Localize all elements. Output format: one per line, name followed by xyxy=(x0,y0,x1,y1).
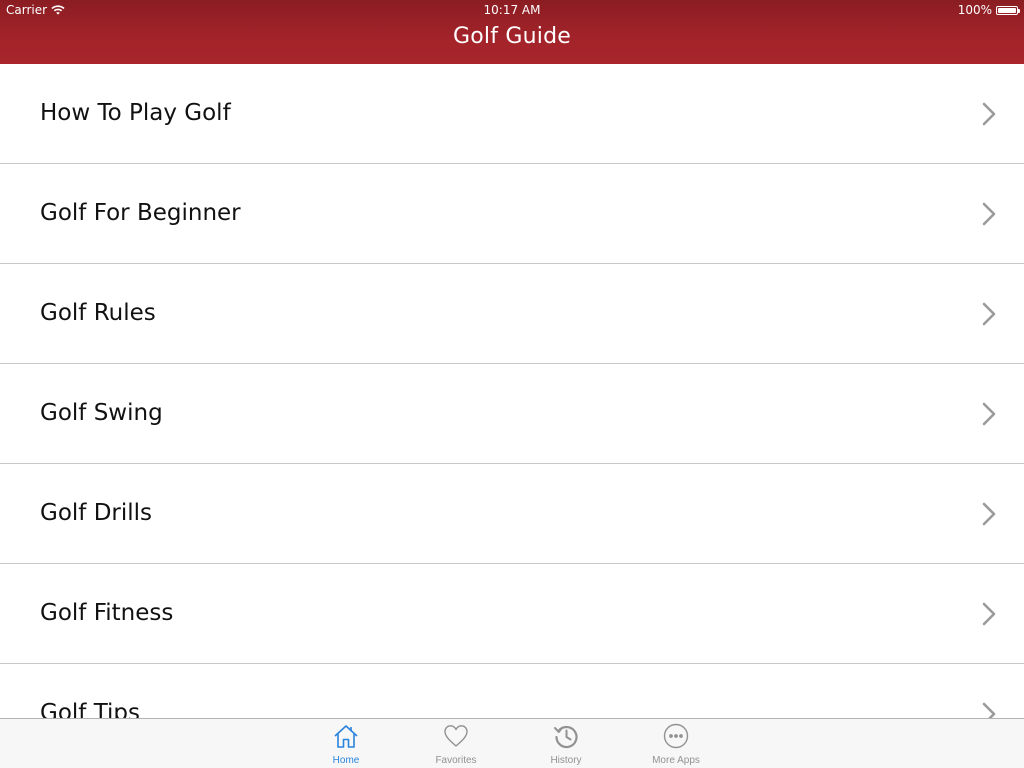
battery-indicator: 100% xyxy=(957,0,1020,20)
history-icon xyxy=(554,725,578,749)
battery-icon xyxy=(996,5,1020,15)
list-item-label: Golf For Beginner xyxy=(40,200,241,226)
app-window: Carrier 10:17 AM 100% Golf Guide How To … xyxy=(0,0,1024,768)
chevron-right-icon xyxy=(982,102,996,126)
tab-more-apps[interactable]: More Apps xyxy=(636,719,716,768)
topic-list[interactable]: How To Play Golf Golf For Beginner Golf … xyxy=(0,64,1024,718)
chevron-right-icon xyxy=(982,602,996,626)
tab-favorites[interactable]: Favorites xyxy=(416,719,496,768)
chevron-right-icon xyxy=(982,302,996,326)
chevron-right-icon xyxy=(982,702,996,718)
tab-label: History xyxy=(550,755,582,766)
tab-label: Favorites xyxy=(435,755,477,766)
page-title: Golf Guide xyxy=(453,24,571,49)
list-item-label: Golf Rules xyxy=(40,300,156,326)
list-item-golf-tips[interactable]: Golf Tips xyxy=(0,664,1024,718)
battery-percent: 100% xyxy=(957,3,992,17)
navigation-bar: Carrier 10:17 AM 100% Golf Guide xyxy=(0,0,1024,64)
home-icon xyxy=(334,725,358,748)
more-icon xyxy=(663,723,689,749)
tab-label: Home xyxy=(332,755,360,766)
list-item-label: Golf Swing xyxy=(40,400,163,426)
tab-home[interactable]: Home xyxy=(306,719,386,768)
chevron-right-icon xyxy=(982,502,996,526)
tab-bar: Home Favorites History More Apps xyxy=(0,718,1024,768)
list-item-golf-drills[interactable]: Golf Drills xyxy=(0,464,1024,564)
chevron-right-icon xyxy=(982,202,996,226)
list-item-label: Golf Drills xyxy=(40,500,153,526)
status-time: 10:17 AM xyxy=(483,3,541,17)
list-item-golf-for-beginner[interactable]: Golf For Beginner xyxy=(0,164,1024,264)
list-item-how-to-play-golf[interactable]: How To Play Golf xyxy=(0,64,1024,164)
list-item-golf-rules[interactable]: Golf Rules xyxy=(0,264,1024,364)
tab-label: More Apps xyxy=(652,755,700,766)
list-item-label: Golf Tips xyxy=(40,700,141,718)
list-item-label: How To Play Golf xyxy=(40,100,231,126)
list-item-golf-fitness[interactable]: Golf Fitness xyxy=(0,564,1024,664)
list-item-golf-swing[interactable]: Golf Swing xyxy=(0,364,1024,464)
status-bar: Carrier 10:17 AM 100% xyxy=(0,0,1024,20)
heart-icon xyxy=(444,725,468,747)
chevron-right-icon xyxy=(982,402,996,426)
list-item-label: Golf Fitness xyxy=(40,600,174,626)
tab-history[interactable]: History xyxy=(526,719,606,768)
